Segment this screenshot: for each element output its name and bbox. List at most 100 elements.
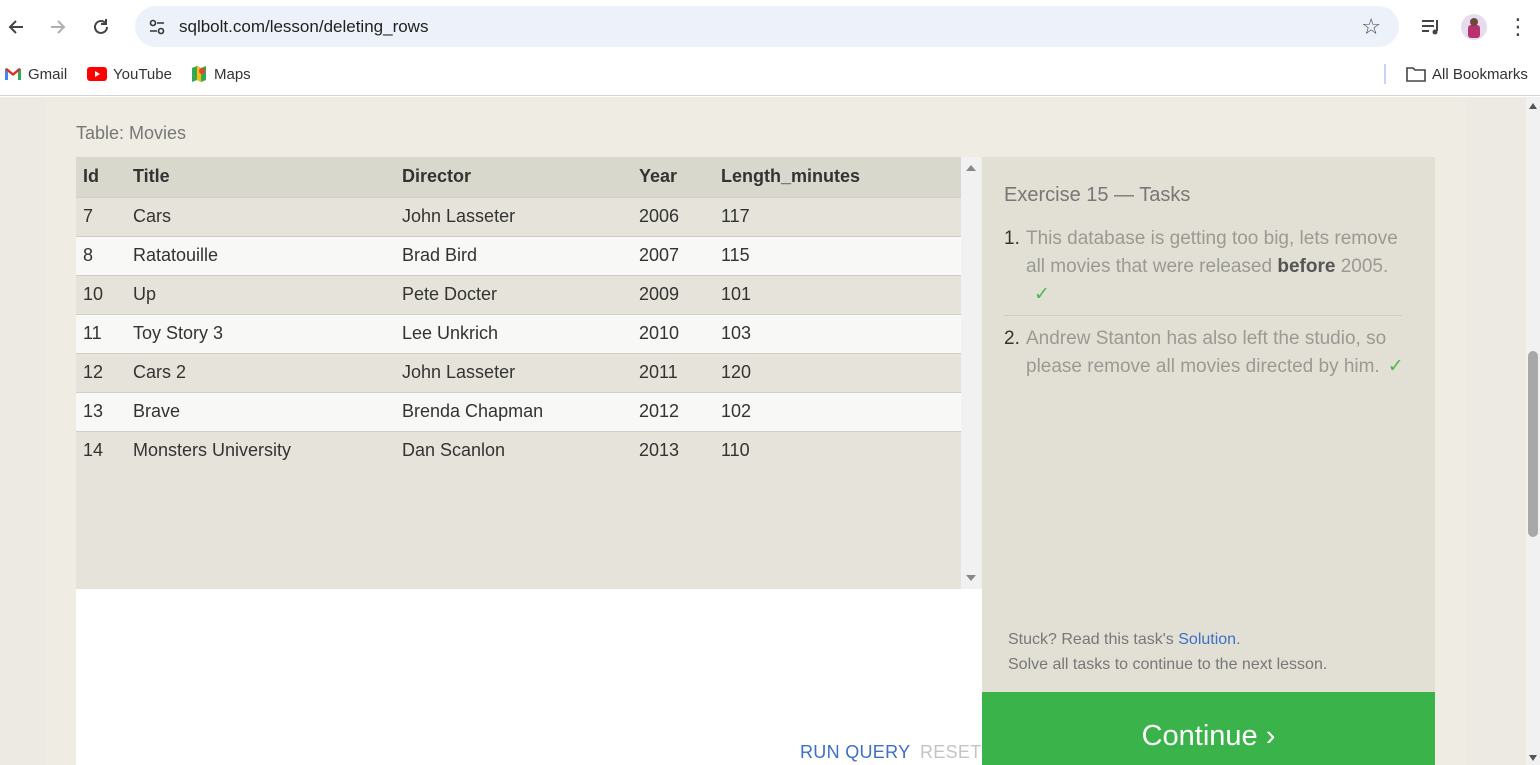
forward-button[interactable]: [43, 12, 73, 42]
table-row: 12 Cars 2 John Lasseter 2011 120: [76, 352, 961, 392]
table-cell: 2006: [632, 196, 714, 236]
tasks-title: Exercise 15 — Tasks: [1004, 184, 1191, 206]
scroll-down-icon[interactable]: [1529, 755, 1537, 761]
table-cell: 120: [714, 352, 961, 392]
sql-editor[interactable]: RUN QUERY RESET: [76, 589, 982, 765]
table-cell: Toy Story 3: [126, 313, 395, 353]
gmail-icon: [5, 68, 21, 80]
table-cell: Cars: [126, 196, 395, 236]
results-table: Id Title Director Year Length_minutes 7 …: [76, 157, 961, 470]
table-cell: 12: [76, 352, 126, 392]
table-row: 11 Toy Story 3 Lee Unkrich 2010 103: [76, 313, 961, 353]
bookmark-label: YouTube: [113, 65, 172, 83]
column-header: Director: [395, 157, 632, 197]
bookmark-youtube[interactable]: YouTube: [87, 62, 172, 86]
media-button[interactable]: [1418, 12, 1444, 42]
table-cell: 11: [76, 313, 126, 353]
folder-icon: [1406, 67, 1426, 82]
scroll-up-icon[interactable]: [1529, 103, 1537, 109]
column-header: Title: [126, 157, 395, 197]
continue-note: Solve all tasks to continue to the next …: [1008, 656, 1328, 673]
table-cell: 117: [714, 196, 961, 236]
table-cell: John Lasseter: [395, 352, 632, 392]
column-header: Year: [632, 157, 714, 197]
scroll-down-icon[interactable]: [966, 575, 976, 581]
run-query-button[interactable]: RUN QUERY: [800, 742, 910, 763]
table-cell: Brave: [126, 391, 395, 431]
table-cell: Cars 2: [126, 352, 395, 392]
table-cell: 8: [76, 235, 126, 275]
back-button[interactable]: [1, 12, 31, 42]
arrow-left-icon: [8, 20, 23, 34]
column-header: Id: [76, 157, 126, 197]
table-cell: 10: [76, 274, 126, 314]
column-header: Length_minutes: [714, 157, 961, 197]
task-emphasis: before: [1277, 256, 1336, 277]
reset-button[interactable]: RESET: [920, 742, 982, 763]
page-scrollbar[interactable]: [1526, 97, 1540, 765]
table-cell: Brad Bird: [395, 235, 632, 275]
solution-link[interactable]: Solution: [1178, 631, 1236, 648]
table-cell: Up: [126, 274, 395, 314]
all-bookmarks-button[interactable]: All Bookmarks: [1406, 62, 1528, 86]
stuck-prefix: Stuck? Read this task's: [1008, 631, 1179, 648]
task-number: 2.: [1004, 328, 1020, 349]
scroll-up-icon[interactable]: [966, 165, 976, 171]
table-cell: 2011: [632, 352, 714, 392]
task-item: 1. This database is getting too big, lets…: [1004, 225, 1402, 316]
scrollbar-thumb[interactable]: [1528, 351, 1538, 537]
table-row: 8 Ratatouille Brad Bird 2007 115: [76, 235, 961, 275]
browser-toolbar: sqlbolt.com/lesson/deleting_rows ☆ ⋮: [0, 0, 1540, 54]
table-row: 7 Cars John Lasseter 2006 117: [76, 196, 961, 236]
url-text[interactable]: sqlbolt.com/lesson/deleting_rows: [179, 17, 428, 37]
table-cell: 101: [714, 274, 961, 314]
table-cell: 2007: [632, 235, 714, 275]
table-cell: Ratatouille: [126, 235, 395, 275]
bookmark-gmail[interactable]: Gmail: [4, 62, 67, 86]
bookmarks-divider: [1384, 64, 1386, 84]
check-icon: ✓: [1034, 284, 1050, 305]
task-number: 1.: [1004, 228, 1020, 249]
table-row: 10 Up Pete Docter 2009 101: [76, 274, 961, 314]
bookmarks-bar: Gmail YouTube Maps All Bookmarks: [0, 54, 1540, 96]
maps-icon: [192, 66, 206, 82]
table-row: 13 Brave Brenda Chapman 2012 102: [76, 391, 961, 431]
table-cell: Brenda Chapman: [395, 391, 632, 431]
tune-icon[interactable]: [147, 17, 167, 37]
table-cell: 102: [714, 391, 961, 431]
table-cell: 2010: [632, 313, 714, 353]
arrow-right-icon: [51, 20, 66, 34]
task-text-end: 2005.: [1335, 256, 1389, 277]
results-scrollbar[interactable]: [961, 157, 981, 589]
youtube-icon: [87, 67, 107, 81]
profile-button[interactable]: [1460, 12, 1488, 42]
task-list: 1. This database is getting too big, lets…: [1004, 225, 1424, 381]
address-bar[interactable]: sqlbolt.com/lesson/deleting_rows ☆: [135, 6, 1399, 47]
table-caption: Table: Movies: [76, 123, 187, 143]
task-item: 2. Andrew Stanton has also left the studi…: [1004, 325, 1424, 381]
avatar: [1461, 14, 1487, 40]
page-viewport: Table: Movies Id Title Director Year Len…: [0, 97, 1526, 765]
query-results: Id Title Director Year Length_minutes 7 …: [76, 157, 981, 589]
continue-button[interactable]: Continue ›: [982, 692, 1435, 765]
table-cell: Monsters University: [126, 430, 395, 470]
table-cell: 103: [714, 313, 961, 353]
reload-icon: [94, 19, 108, 34]
bookmark-label: Maps: [214, 65, 251, 83]
bookmark-maps[interactable]: Maps: [190, 62, 251, 86]
check-icon: ✓: [1387, 356, 1404, 377]
table-row: 14 Monsters University Dan Scanlon 2013 …: [76, 430, 961, 470]
table-cell: 2013: [632, 430, 714, 470]
stuck-suffix: .: [1236, 631, 1241, 648]
table-cell: Dan Scanlon: [395, 430, 632, 470]
stuck-help: Stuck? Read this task's Solution. Solve …: [1008, 627, 1327, 677]
table-cell: 13: [76, 391, 126, 431]
table-cell: 7: [76, 196, 126, 236]
star-icon[interactable]: ☆: [1361, 14, 1381, 40]
table-cell: 110: [714, 430, 961, 470]
table-header-row: Id Title Director Year Length_minutes: [76, 157, 961, 197]
reload-button[interactable]: [86, 12, 116, 42]
task-text: Andrew Stanton has also left the studio,…: [1026, 328, 1387, 377]
table-cell: Lee Unkrich: [395, 313, 632, 353]
kebab-menu-icon[interactable]: ⋮: [1505, 12, 1531, 42]
